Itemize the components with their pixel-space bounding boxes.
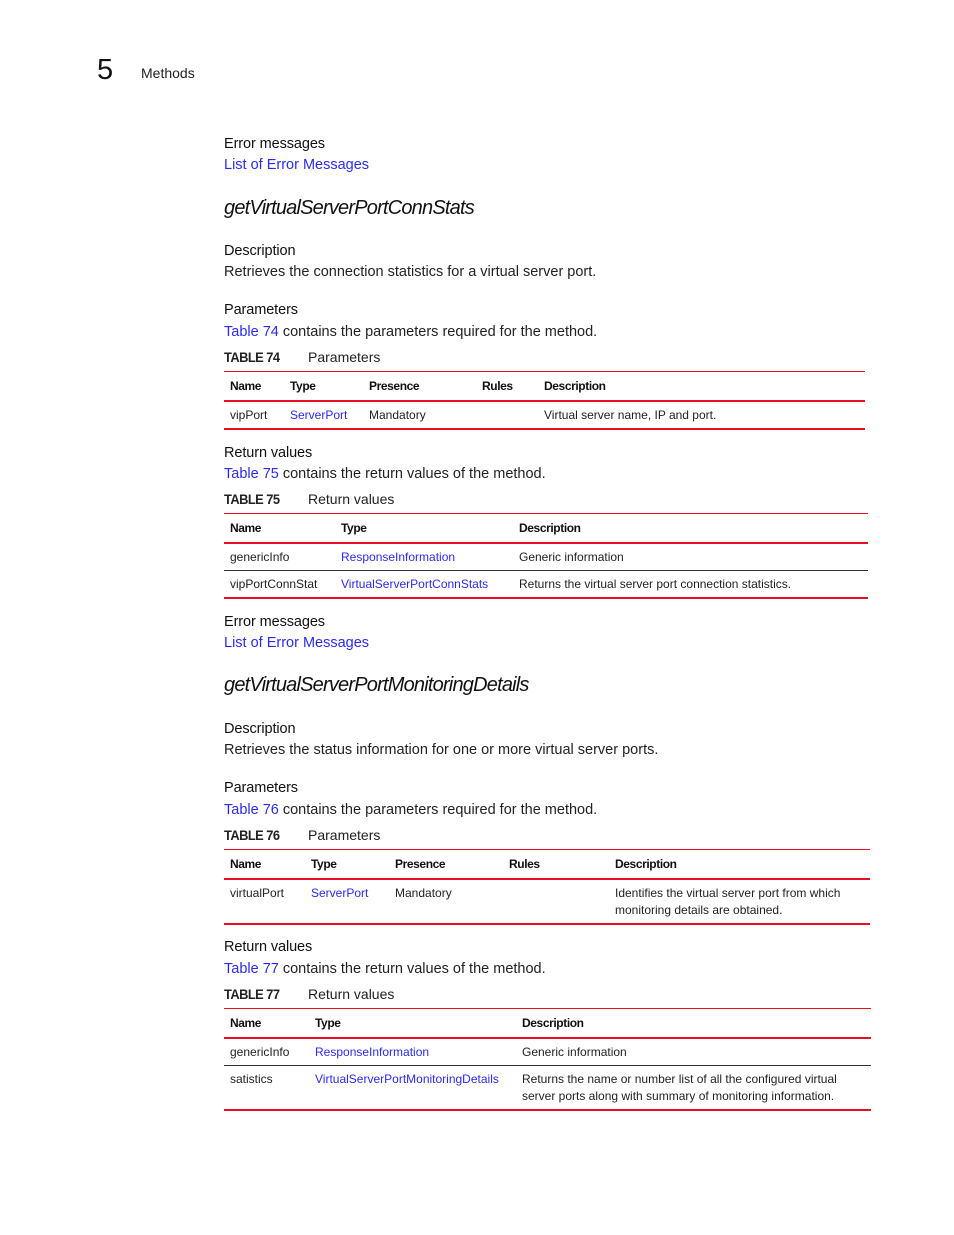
column-header: Description [519,521,581,535]
column-header: Presence [369,379,420,393]
column-header: Name [230,379,262,393]
table-row: vipPort ServerPort Mandatory Virtual ser… [224,401,865,429]
cell-description: Generic information [519,550,624,564]
column-header: Description [522,1016,584,1030]
cell-description: Generic information [522,1045,627,1059]
cell-description: Virtual server name, IP and port. [544,408,717,422]
table-row: satistics VirtualServerPortMonitoringDet… [224,1066,871,1110]
table-row: genericInfo ResponseInformation Generic … [224,1038,871,1066]
parameters-sentence-text: contains the parameters required for the… [278,802,598,818]
cell-presence: Mandatory [369,408,426,422]
table-caption: TABLE 77 Return values [224,986,394,1002]
method-title: getVirtualServerPortConnStats [224,197,475,219]
table-header-row: Name Type Description [224,1008,871,1038]
table-label: TABLE 77 [224,986,280,1002]
table-caption-text: Parameters [308,349,381,365]
cell-name: vipPortConnStat [230,577,318,591]
table-label: TABLE 75 [224,491,280,507]
description-text: Retrieves the status information for one… [224,742,659,758]
column-header: Name [230,857,262,871]
table-label: TABLE 76 [224,827,280,843]
cell-type-link[interactable]: ServerPort [290,408,347,422]
cell-type-link[interactable]: ResponseInformation [341,550,455,564]
column-header: Description [615,857,677,871]
method-title: getVirtualServerPortMonitoringDetails [224,674,529,696]
return-values-sentence-text: contains the return values of the method… [278,466,546,482]
table-header-row: Name Type Presence Rules Description [224,371,865,401]
description-text: Retrieves the connection statistics for … [224,264,597,280]
column-header: Type [311,857,337,871]
return-values-table: Name Type Description genericInfo Respon… [224,1008,871,1111]
return-values-heading: Return values [224,445,313,461]
cell-type-link[interactable]: VirtualServerPortConnStats [341,577,488,591]
error-messages-link[interactable]: List of Error Messages [224,157,369,173]
column-header: Description [544,379,606,393]
cell-name: genericInfo [230,1045,290,1059]
table-caption: TABLE 76 Parameters [224,827,380,843]
column-header: Name [230,521,262,535]
cell-description: Returns the name or number list of all t… [522,1072,837,1103]
error-messages-heading: Error messages [224,136,325,152]
column-header: Type [290,379,316,393]
table-caption-text: Return values [308,491,395,507]
table-label: TABLE 74 [224,349,280,365]
column-header: Presence [395,857,446,871]
table-caption: TABLE 75 Return values [224,491,394,507]
parameters-table: Name Type Presence Rules Description vir… [224,849,870,925]
column-header: Rules [509,857,540,871]
return-values-sentence-text: contains the return values of the method… [278,961,546,977]
return-values-sentence: Table 75 contains the return values of t… [224,466,546,482]
cell-name: genericInfo [230,550,290,564]
description-heading: Description [224,721,296,737]
error-messages-heading: Error messages [224,614,325,630]
table-ref-link[interactable]: Table 76 [224,802,279,818]
table-header-row: Name Type Presence Rules Description [224,849,870,879]
table-header-row: Name Type Description [224,513,868,543]
cell-description: Identifies the virtual server port from … [615,886,841,917]
table-ref-link[interactable]: Table 75 [224,466,279,482]
error-messages-link[interactable]: List of Error Messages [224,635,369,651]
cell-name: virtualPort [230,886,285,900]
cell-name: satistics [230,1072,273,1086]
column-header: Rules [482,379,513,393]
cell-type-link[interactable]: ResponseInformation [315,1045,429,1059]
column-header: Name [230,1016,262,1030]
cell-name: vipPort [230,408,268,422]
cell-rules [503,879,609,924]
cell-description: Returns the virtual server port connecti… [519,577,792,591]
return-values-table: Name Type Description genericInfo Respon… [224,513,868,599]
return-values-heading: Return values [224,939,313,955]
parameters-heading: Parameters [224,302,298,318]
table-row: genericInfo ResponseInformation Generic … [224,543,868,571]
table-row: vipPortConnStat VirtualServerPortConnSta… [224,571,868,598]
parameters-sentence: Table 76 contains the parameters require… [224,802,597,818]
return-values-sentence: Table 77 contains the return values of t… [224,961,546,977]
cell-rules [476,401,538,429]
parameters-heading: Parameters [224,780,298,796]
parameters-sentence-text: contains the parameters required for the… [278,324,598,340]
chapter-title: Methods [141,65,195,81]
cell-type-link[interactable]: VirtualServerPortMonitoringDetails [315,1072,499,1086]
parameters-table: Name Type Presence Rules Description vip… [224,371,865,430]
parameters-sentence: Table 74 contains the parameters require… [224,324,597,340]
table-row: virtualPort ServerPort Mandatory Identif… [224,879,870,924]
cell-presence: Mandatory [395,886,452,900]
table-caption-text: Return values [308,986,395,1002]
table-ref-link[interactable]: Table 77 [224,961,279,977]
column-header: Type [315,1016,341,1030]
description-heading: Description [224,243,296,259]
table-caption: TABLE 74 Parameters [224,349,380,365]
cell-type-link[interactable]: ServerPort [311,886,368,900]
table-caption-text: Parameters [308,827,381,843]
chapter-number: 5 [97,54,114,86]
table-ref-link[interactable]: Table 74 [224,324,279,340]
column-header: Type [341,521,367,535]
